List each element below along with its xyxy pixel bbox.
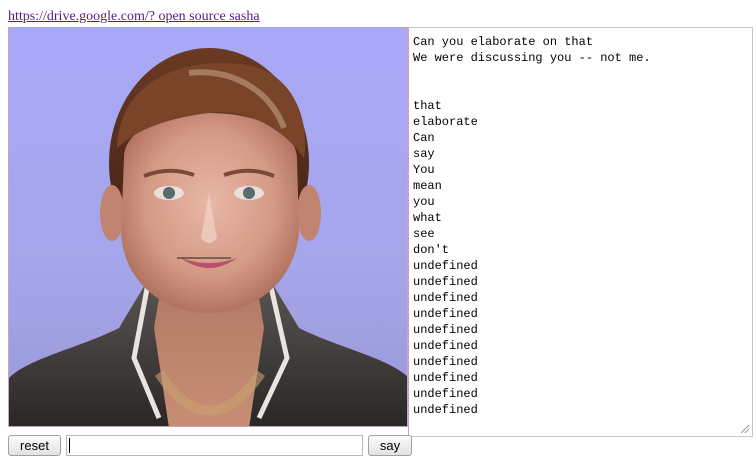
transcript-line: undefined bbox=[413, 339, 478, 353]
transcript-line: what bbox=[413, 211, 442, 225]
transcript-line: Can you elaborate on that bbox=[413, 35, 594, 49]
transcript-line: You bbox=[413, 163, 435, 177]
transcript-line: undefined bbox=[413, 323, 478, 337]
text-caret bbox=[69, 438, 70, 453]
transcript-line: don't bbox=[413, 243, 450, 257]
transcript-line: undefined bbox=[413, 307, 478, 321]
transcript-line bbox=[413, 66, 748, 82]
say-input[interactable] bbox=[66, 435, 363, 456]
transcript-line: see bbox=[413, 227, 435, 241]
page-link[interactable]: https://drive.google.com/? open source s… bbox=[8, 9, 260, 25]
transcript-line bbox=[413, 82, 748, 98]
transcript-line: We were discussing you -- not me. bbox=[413, 51, 651, 65]
transcript-line: undefined bbox=[413, 291, 478, 305]
reset-button[interactable]: reset bbox=[8, 435, 61, 456]
transcript-line: undefined bbox=[413, 387, 478, 401]
transcript-line: that bbox=[413, 99, 442, 113]
transcript-line: say bbox=[413, 147, 435, 161]
transcript-line: you bbox=[413, 195, 435, 209]
transcript-line: mean bbox=[413, 179, 442, 193]
transcript-line: Can bbox=[413, 131, 435, 145]
resize-grip-icon[interactable] bbox=[741, 425, 749, 433]
transcript-line: undefined bbox=[413, 403, 478, 417]
say-button[interactable]: say bbox=[368, 435, 412, 456]
transcript-line: elaborate bbox=[413, 115, 478, 129]
avatar-3d-view bbox=[8, 27, 408, 427]
transcript-line: undefined bbox=[413, 371, 478, 385]
chat-transcript[interactable]: Can you elaborate on that We were discuss… bbox=[408, 27, 753, 437]
transcript-line: undefined bbox=[413, 355, 478, 369]
avatar-face-image bbox=[9, 48, 407, 426]
transcript-line: undefined bbox=[413, 259, 478, 273]
transcript-line: undefined bbox=[413, 275, 478, 289]
